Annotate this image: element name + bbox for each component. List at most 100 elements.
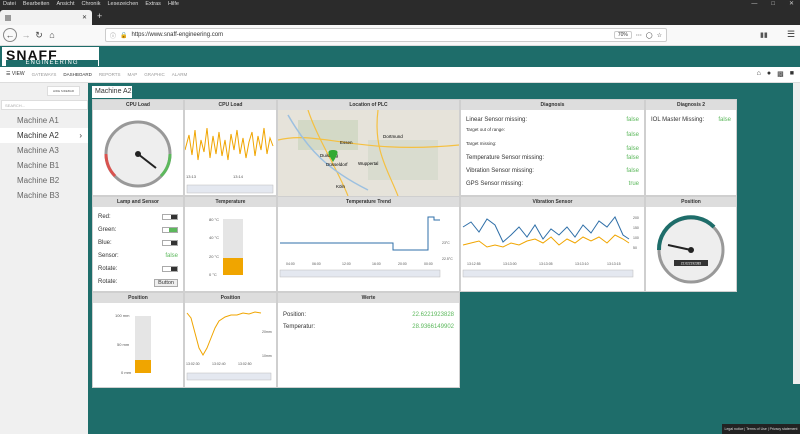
bookmark-star-icon[interactable]: ☆: [657, 32, 662, 39]
browser-menu-icon[interactable]: ☰: [787, 29, 795, 40]
nav-gateways[interactable]: GATEWAYS: [32, 70, 57, 79]
panel-title: Lamp and Sensor: [93, 197, 183, 207]
cpu-gauge: [104, 120, 172, 188]
page-title: Machine A2: [92, 86, 132, 98]
menu-datei[interactable]: Datei: [3, 0, 16, 9]
sidebar-item-machine-b3[interactable]: Machine B3: [0, 188, 88, 203]
position-gauge-panel: Position 22.622192383: [645, 196, 737, 292]
diag-value: true: [628, 181, 639, 187]
menu-lesezeichen[interactable]: Lesezeichen: [107, 0, 138, 9]
temp-tick: 20 °C: [209, 254, 220, 259]
menu-chronik[interactable]: Chronik: [82, 0, 101, 9]
lamp-red-label: Red:: [98, 214, 111, 220]
trend-x-tick: 12:00: [342, 262, 351, 266]
close-icon[interactable]: ✕: [789, 0, 794, 9]
pos-x-tick: 13:02:30: [186, 362, 200, 366]
menu-hilfe[interactable]: Hilfe: [168, 0, 179, 9]
pos-tick: 0 mm: [121, 370, 131, 375]
diagnosis-panel: Diagnosis Linear Sensor missing: false Ta…: [460, 99, 645, 196]
rotate-label: Rotate:: [98, 266, 118, 272]
maximize-icon[interactable]: □: [771, 0, 775, 9]
location-map[interactable]: Essen Dortmund Duisburg Düsseldorf Wuppe…: [277, 109, 460, 197]
map-city-essen: Essen: [340, 140, 353, 145]
vib-range-navigator[interactable]: [462, 269, 634, 278]
tab-strip: [0, 9, 800, 25]
rotate2-label: Rotate:: [98, 279, 118, 285]
sidebar-search-input[interactable]: SEARCH...: [1, 100, 88, 110]
nav-graphic[interactable]: GRAPHIC: [144, 70, 165, 79]
vibration-panel: Vibration Sensor 200 150 100 50 13:12:55…: [460, 196, 645, 292]
diag-value: false: [626, 132, 639, 138]
panel-title: Position: [185, 293, 276, 303]
pocket-icon[interactable]: ◯: [646, 32, 653, 39]
blue-toggle[interactable]: [162, 240, 178, 246]
trend-y-tick: 22.5°C: [442, 257, 453, 261]
trend-range-navigator[interactable]: [279, 269, 441, 278]
rotate-button[interactable]: Button: [154, 279, 178, 287]
forward-button[interactable]: →: [19, 28, 33, 42]
main-nav: ☰ VIEW GATEWAYS DASHBOARD REPORTS MAP GR…: [6, 70, 187, 79]
panel-title: Diagnosis: [461, 100, 644, 110]
sidebar-item-machine-a1[interactable]: Machine A1: [0, 113, 88, 128]
chat-icon[interactable]: ▩: [777, 70, 784, 78]
pos-range-navigator[interactable]: [186, 372, 272, 381]
trend-x-tick: 20:00: [398, 262, 407, 266]
tab-favicon: [5, 14, 11, 21]
cpu-range-navigator[interactable]: [186, 184, 274, 194]
zoom-level[interactable]: 70%: [613, 31, 632, 39]
menu-bearbeiten[interactable]: Bearbeiten: [23, 0, 50, 9]
pos-x-tick: 13:02:40: [212, 362, 226, 366]
sidebar-item-machine-b1[interactable]: Machine B1: [0, 158, 88, 173]
red-toggle[interactable]: [162, 214, 178, 220]
menu-extras[interactable]: Extras: [145, 0, 161, 9]
library-icon[interactable]: ▮▮: [760, 31, 768, 39]
werte-temp-label: Temperatur:: [283, 324, 316, 330]
diag-label: GPS Sensor missing:: [466, 181, 524, 187]
panel-title: CPU Load: [185, 100, 276, 110]
diag-value: false: [626, 117, 639, 123]
sidebar-item-machine-a2[interactable]: Machine A2 ›: [0, 128, 88, 143]
globe-icon[interactable]: ●: [767, 70, 771, 78]
footer-links[interactable]: Legal notice | Terms of Use | Privacy st…: [722, 424, 800, 434]
sidebar-item-machine-a3[interactable]: Machine A3: [0, 143, 88, 158]
werte-position-label: Position:: [283, 312, 307, 318]
map-city-dortmund: Dortmund: [383, 134, 403, 139]
new-tab-button[interactable]: +: [97, 11, 102, 21]
hide-sidebar-button[interactable]: HIDE SIDEBAR: [47, 86, 80, 96]
lamp-blue-label: Blue:: [98, 240, 112, 246]
diag-label: Vibration Sensor missing:: [466, 168, 534, 174]
user-icon[interactable]: ■: [790, 70, 794, 78]
sidebar-item-machine-b2[interactable]: Machine B2: [0, 173, 88, 188]
lamp-green-label: Green:: [98, 227, 117, 233]
temperature-trend-chart: 23°C 22.5°C 04:00 06:00 12:00 16:00 20:0…: [279, 216, 453, 278]
nav-alarm[interactable]: ALARM: [172, 70, 188, 79]
position-gauge-readout: 22.622192383: [681, 262, 702, 266]
home-nav-icon[interactable]: ⌂: [757, 70, 761, 78]
vibration-chart: 200 150 100 50 13:12:55 13:13:00 13:13:0…: [462, 216, 639, 278]
diag-value: false: [626, 155, 639, 161]
tab-close-icon[interactable]: ✕: [82, 14, 87, 21]
nav-map[interactable]: MAP: [128, 70, 138, 79]
home-icon[interactable]: ⌂: [45, 28, 59, 42]
location-panel: Location of PLC Essen Dortmund Duisburg …: [277, 99, 460, 197]
view-menu-button[interactable]: ☰ VIEW: [6, 70, 25, 79]
reload-icon[interactable]: ↻: [32, 28, 46, 42]
sensor-label: Sensor:: [98, 253, 119, 259]
page-actions-icon[interactable]: ⋯: [636, 32, 642, 39]
nav-dashboard[interactable]: DASHBOARD: [63, 70, 92, 79]
nav-reports[interactable]: REPORTS: [99, 70, 121, 79]
info-icon[interactable]: ⓘ: [110, 31, 116, 40]
page-scrollbar[interactable]: [793, 83, 800, 384]
green-toggle[interactable]: [162, 227, 178, 233]
pos-y-tick: 10mm: [262, 354, 272, 358]
minimize-icon[interactable]: —: [751, 0, 757, 9]
cpu-load-chart-panel: CPU Load 13:13 13:14: [184, 99, 277, 196]
menu-ansicht[interactable]: Ansicht: [56, 0, 74, 9]
panel-title: Position: [646, 197, 736, 207]
lock-icon: 🔒: [120, 32, 128, 39]
url-text[interactable]: https://www.snaff-engineering.com: [132, 32, 224, 38]
browser-tab[interactable]: ✕: [0, 10, 92, 25]
rotate-toggle[interactable]: [162, 266, 178, 272]
address-bar[interactable]: ⓘ 🔒 https://www.snaff-engineering.com 70…: [105, 28, 667, 42]
back-button[interactable]: ←: [3, 28, 17, 42]
